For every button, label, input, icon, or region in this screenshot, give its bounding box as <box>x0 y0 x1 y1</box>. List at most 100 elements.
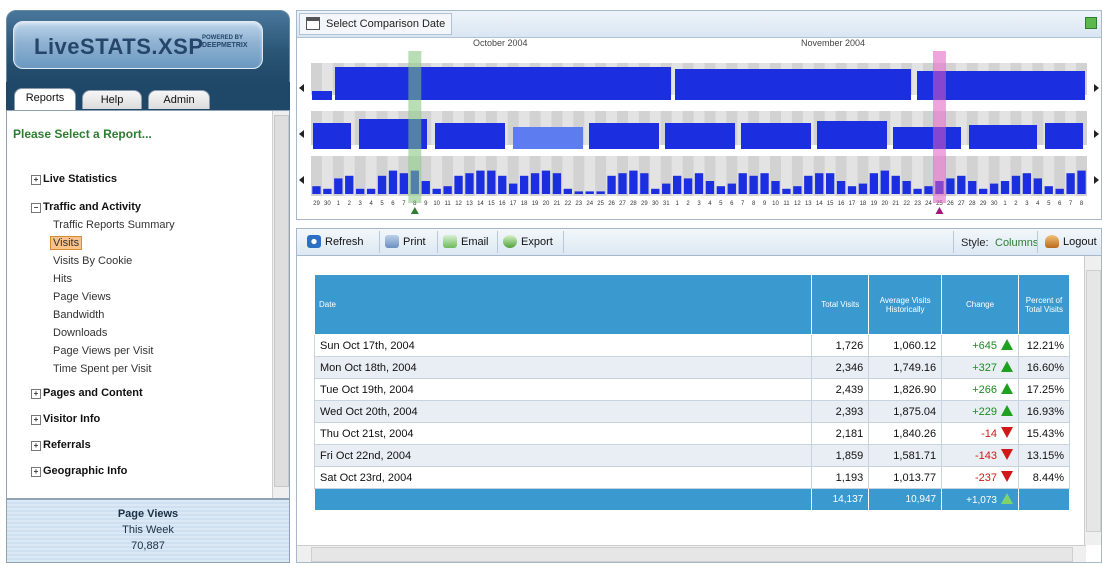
report-time-spent-per-visit[interactable]: Time Spent per Visit <box>53 363 151 375</box>
day-label: 10 <box>433 201 440 207</box>
report-visits-by-cookie[interactable]: Visits By Cookie <box>53 255 132 267</box>
day-label: 26 <box>608 201 615 207</box>
grid-horizontal-scrollbar[interactable] <box>297 545 1086 562</box>
report-page-views[interactable]: Page Views <box>53 291 111 303</box>
group-referrals[interactable]: + Referrals <box>31 439 91 451</box>
group-pages-content[interactable]: + Pages and Content <box>31 387 143 399</box>
cell-change: -237 <box>941 466 1019 489</box>
table-row[interactable]: Sat Oct 23rd, 2004 1,193 1,013.77 -237 8.44% <box>313 466 1071 489</box>
logo-powered-by: POWERED BY <box>202 35 244 41</box>
day-bar <box>968 181 977 194</box>
table-row[interactable]: Fri Oct 22nd, 2004 1,859 1,581.71 -143 13.15… <box>313 444 1071 467</box>
left-scrollbar[interactable] <box>272 111 289 498</box>
day-label: 10 <box>772 201 779 207</box>
day-bar <box>345 175 354 194</box>
report-traffic-summary[interactable]: Traffic Reports Summary <box>53 219 175 231</box>
day-bar <box>640 173 649 194</box>
cell-average-visits: 1,060.12 <box>868 334 943 357</box>
day-label: 8 <box>1080 201 1084 207</box>
day-bar <box>1000 181 1010 194</box>
col-percent[interactable]: Percent of Total Visits <box>1017 274 1071 335</box>
day-bar <box>519 175 529 194</box>
col-change[interactable]: Change <box>941 274 1019 335</box>
cell-date: Fri Oct 22nd, 2004 <box>313 444 813 467</box>
day-label: 2 <box>686 201 690 207</box>
collapse-icon[interactable]: − <box>31 203 41 213</box>
refresh-button[interactable]: Refresh <box>307 233 364 251</box>
day-label: 21 <box>554 201 561 207</box>
week-bar <box>513 127 583 149</box>
month-bar <box>335 67 671 100</box>
grid-vertical-scrollbar[interactable] <box>1084 256 1101 545</box>
expand-icon[interactable]: + <box>31 467 41 477</box>
day-label: 29 <box>980 201 987 207</box>
style-selector[interactable]: Columns <box>995 237 1038 249</box>
report-toolbar: Refresh Print Email Export Style: Column… <box>296 228 1102 256</box>
cell-percent: 15.43% <box>1017 422 1071 445</box>
day-bar <box>793 186 802 194</box>
report-page-views-per-visit[interactable]: Page Views per Visit <box>53 345 153 357</box>
table-row[interactable]: Tue Oct 19th, 2004 2,439 1,826.90 +266 17.25… <box>313 378 1071 401</box>
day-label: 9 <box>763 201 767 207</box>
group-geographic-info[interactable]: + Geographic Info <box>31 465 127 477</box>
up-arrow-icon <box>1000 339 1013 350</box>
date-timeline-chart[interactable]: 29 30 1 2 3 4 5 6 7 8 9 10 11 12 13 14 15 16 17 18 19 20 21 22 2… <box>297 11 1102 221</box>
group-live-statistics[interactable]: + Live Statistics <box>31 173 117 185</box>
page-views-value: 70,887 <box>131 540 165 552</box>
export-button[interactable]: Export <box>503 233 553 251</box>
table-row[interactable]: Mon Oct 18th, 2004 2,346 1,749.16 +327 16.60… <box>313 356 1071 379</box>
week-bar <box>313 123 351 149</box>
group-visitor-info[interactable]: + Visitor Info <box>31 413 100 425</box>
report-downloads[interactable]: Downloads <box>53 327 107 339</box>
tab-help[interactable]: Help <box>82 90 142 109</box>
col-average-visits[interactable]: Average Visits Historically <box>868 274 943 335</box>
day-bar <box>399 173 409 194</box>
week-bar <box>435 123 505 149</box>
cell-percent: 13.15% <box>1017 444 1071 467</box>
cell-average-visits: 1,875.04 <box>868 400 943 423</box>
logout-button[interactable]: Logout <box>1045 233 1097 251</box>
table-row[interactable]: Wed Oct 20th, 2004 2,393 1,875.04 +229 16.93… <box>313 400 1071 423</box>
expand-icon[interactable]: + <box>31 441 41 451</box>
up-arrow-icon <box>1000 383 1013 394</box>
expand-icon[interactable]: + <box>31 415 41 425</box>
day-bar <box>1022 173 1032 194</box>
day-bar <box>421 181 430 194</box>
tab-reports[interactable]: Reports <box>14 88 76 111</box>
week-bar <box>817 121 887 149</box>
report-bandwidth[interactable]: Bandwidth <box>53 309 104 321</box>
cell-date: Sun Oct 17th, 2004 <box>313 334 813 357</box>
report-visits[interactable]: Visits <box>50 236 83 250</box>
cell-total-visits: 1,859 <box>811 444 870 467</box>
week-bar <box>1045 123 1083 149</box>
change-value: +327 <box>972 362 997 374</box>
day-label: 30 <box>991 201 998 207</box>
grid-hscroll-thumb[interactable] <box>311 547 1073 562</box>
up-arrow-icon <box>1000 405 1013 416</box>
col-date[interactable]: Date <box>313 274 813 335</box>
tab-admin[interactable]: Admin <box>148 90 210 109</box>
day-bar <box>727 183 736 194</box>
table-row[interactable]: Sun Oct 17th, 2004 1,726 1,060.12 +645 12.21… <box>313 334 1071 357</box>
day-bar <box>880 170 889 194</box>
left-scrollbar-thumb[interactable] <box>274 115 289 487</box>
totals-percent <box>1017 488 1071 511</box>
day-label: 27 <box>958 201 965 207</box>
day-label: 19 <box>871 201 878 207</box>
day-bar <box>498 175 507 194</box>
day-label: 24 <box>586 201 593 207</box>
report-selector-panel: Please Select a Report... + Live Statisti… <box>6 110 290 499</box>
col-total-visits[interactable]: Total Visits <box>811 274 870 335</box>
expand-icon[interactable]: + <box>31 175 41 185</box>
print-button[interactable]: Print <box>385 233 426 251</box>
day-bar <box>891 175 900 194</box>
report-hits[interactable]: Hits <box>53 273 72 285</box>
group-traffic-activity[interactable]: − Traffic and Activity <box>31 201 141 213</box>
day-label: 4 <box>369 201 373 207</box>
email-button[interactable]: Email <box>443 233 489 251</box>
day-label: 9 <box>424 201 428 207</box>
expand-icon[interactable]: + <box>31 389 41 399</box>
grid-vscroll-thumb[interactable] <box>1086 270 1101 532</box>
table-row[interactable]: Thu Oct 21st, 2004 2,181 1,840.26 -14 15.43% <box>313 422 1071 445</box>
day-bar <box>1055 188 1064 194</box>
